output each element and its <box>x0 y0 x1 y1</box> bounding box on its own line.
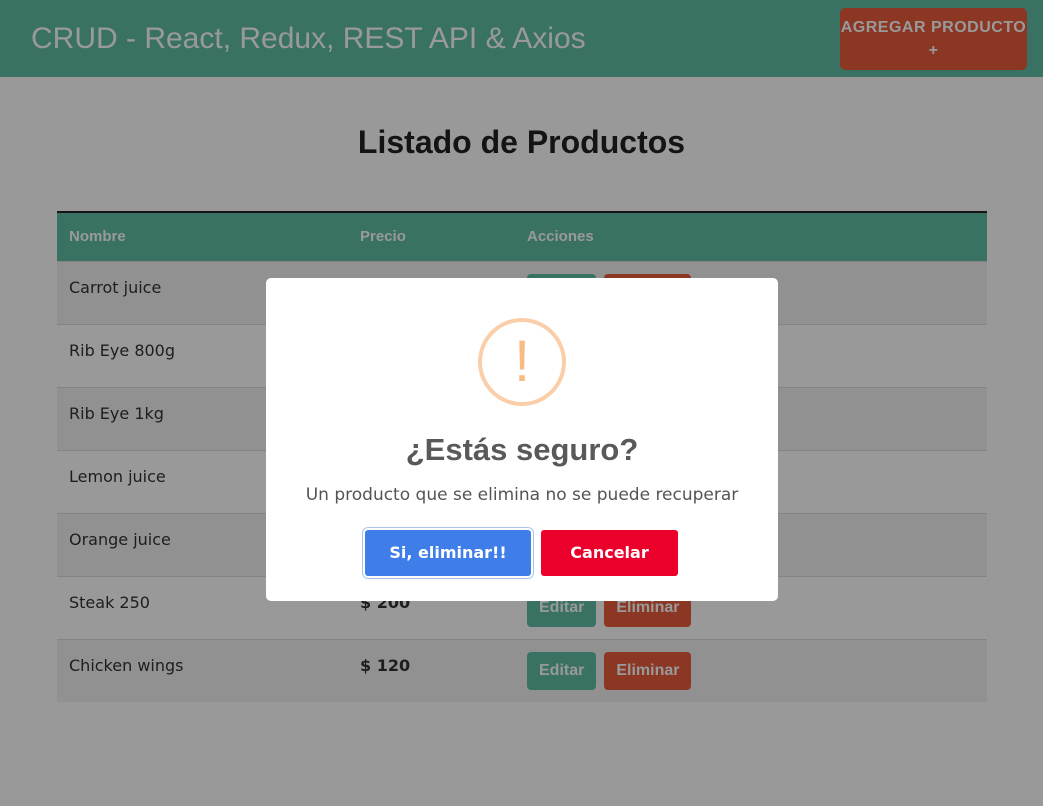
confirm-dialog: ! ¿Estás seguro? Un producto que se elim… <box>266 278 778 601</box>
dialog-title: ¿Estás seguro? <box>405 432 639 467</box>
cancel-button[interactable]: Cancelar <box>541 530 678 576</box>
dialog-text: Un producto que se elimina no se puede r… <box>305 485 739 505</box>
warning-icon: ! <box>478 318 566 406</box>
confirm-delete-button[interactable]: Si, eliminar!! <box>365 530 531 576</box>
